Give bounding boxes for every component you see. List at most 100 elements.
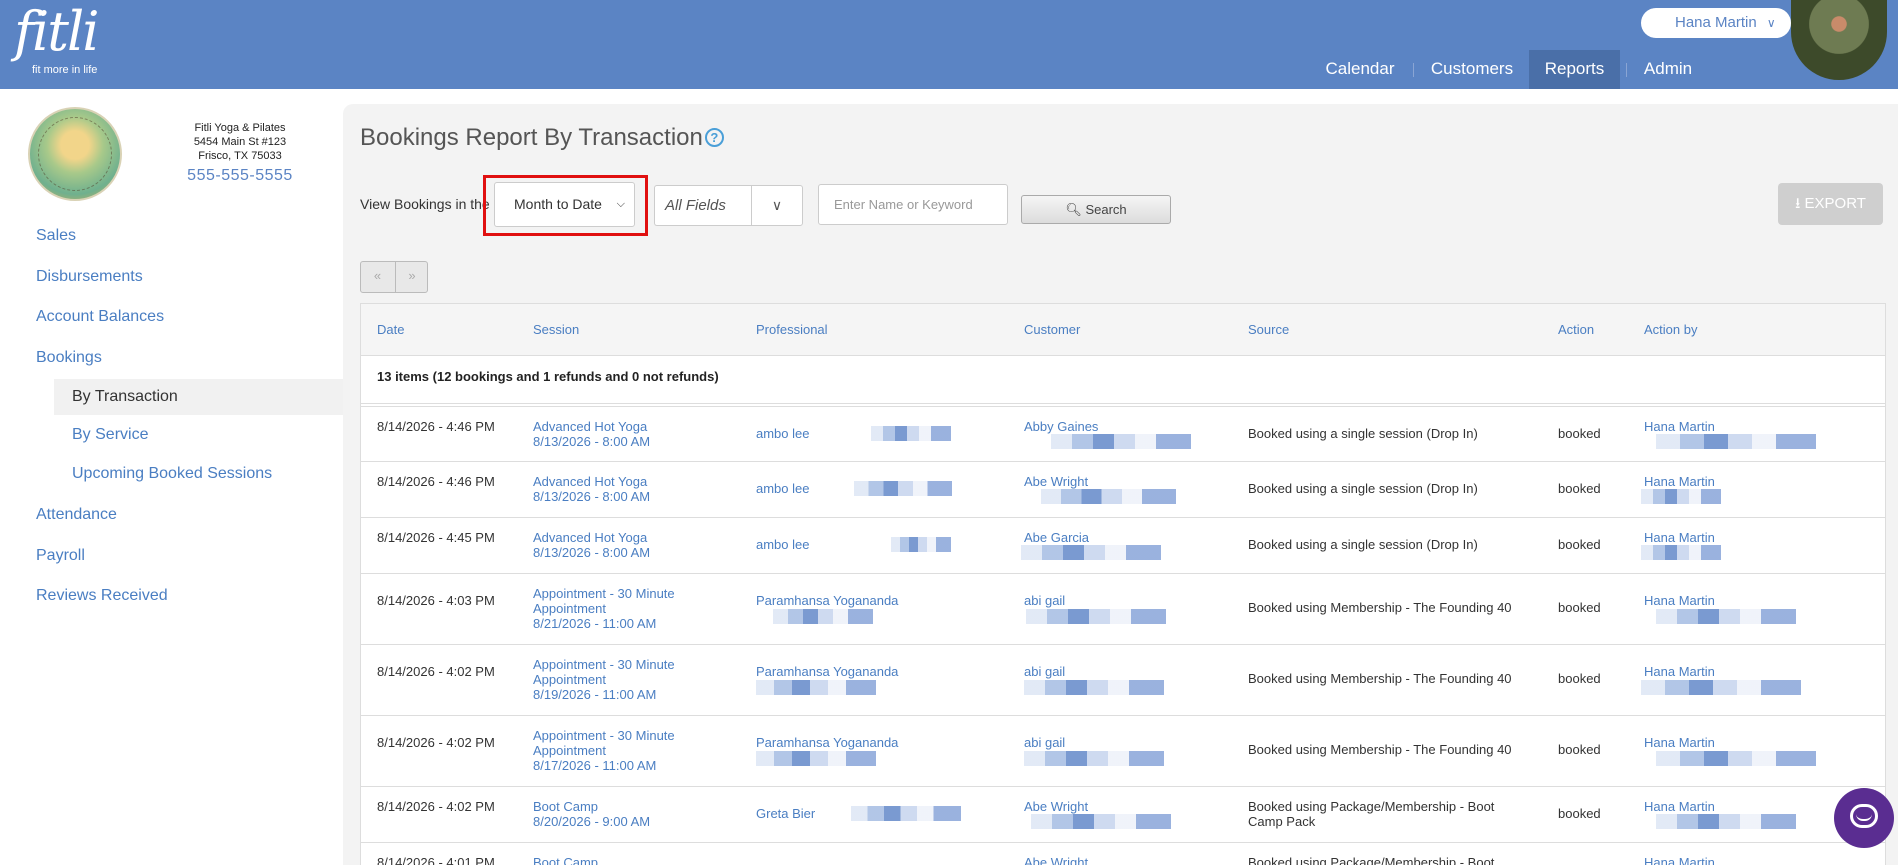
avatar[interactable]	[1791, 0, 1887, 80]
row-session[interactable]: Boot Camp 8/20/2026 - 9:00 AM	[533, 799, 733, 829]
row-source: Booked using Membership - The Founding 4…	[1248, 600, 1512, 615]
sidebar-subitem-by-transaction[interactable]: By Transaction	[54, 379, 343, 415]
session-name: Advanced Hot Yoga	[533, 474, 648, 489]
session-name: Advanced Hot Yoga	[533, 530, 648, 545]
pager-prev-button[interactable]: «	[361, 262, 394, 292]
row-date: 8/14/2026 - 4:03 PM	[377, 593, 495, 608]
sidebar-item-bookings[interactable]: Bookings	[36, 349, 102, 367]
row-professional[interactable]: ambo lee	[756, 426, 809, 441]
fields-select[interactable]: All Fields	[654, 185, 754, 226]
nav-divider	[1413, 63, 1414, 77]
redacted-block	[851, 806, 961, 821]
row-action-by[interactable]: Hana Martin	[1644, 735, 1715, 750]
pager-next-button[interactable]: »	[395, 262, 428, 292]
export-button-label: EXPORT	[1804, 195, 1866, 212]
column-header-date[interactable]: Date	[377, 322, 404, 337]
session-time: 8/17/2026 - 11:00 AM	[533, 758, 657, 773]
session-name: Appointment - 30 Minute Appointment	[533, 586, 675, 616]
row-session[interactable]: Appointment - 30 Minute Appointment 8/17/…	[533, 728, 733, 773]
session-name: Appointment - 30 Minute Appointment	[533, 657, 675, 687]
row-customer[interactable]: Abby Gaines	[1024, 419, 1098, 434]
fitli-logo[interactable]: fitli fit more in life	[14, 0, 99, 77]
row-session[interactable]: Boot Camp	[533, 855, 733, 865]
sidebar-item-sales[interactable]: Sales	[36, 227, 76, 245]
sidebar-item-disbursements[interactable]: Disbursements	[36, 268, 143, 286]
studio-logo	[28, 107, 122, 201]
sidebar-subitem-upcoming-booked-sessions[interactable]: Upcoming Booked Sessions	[54, 456, 343, 492]
row-professional[interactable]: ambo lee	[756, 481, 809, 496]
row-session[interactable]: Appointment - 30 Minute Appointment 8/19/…	[533, 657, 733, 702]
nav-reports[interactable]: Reports	[1529, 50, 1620, 89]
row-action: booked	[1558, 806, 1601, 821]
main-content: Bookings Report By Transaction? View Boo…	[343, 104, 1898, 865]
row-customer[interactable]: abi gail	[1024, 735, 1065, 750]
column-header-professional[interactable]: Professional	[756, 322, 828, 337]
chat-icon[interactable]	[1834, 788, 1894, 848]
nav-customers[interactable]: Customers	[1424, 50, 1520, 89]
redacted-block	[1656, 609, 1796, 624]
row-professional[interactable]: Paramhansa Yogananda	[756, 593, 898, 608]
row-customer[interactable]: Abe Garcia	[1024, 530, 1089, 545]
search-input[interactable]: Enter Name or Keyword	[818, 184, 1008, 225]
row-customer[interactable]: abi gail	[1024, 593, 1065, 608]
studio-address-line2: Frisco, TX 75033	[198, 150, 282, 162]
sidebar: Fitli Yoga & Pilates 5454 Main St #123 F…	[0, 89, 343, 865]
row-customer[interactable]: Abe Wright	[1024, 799, 1088, 814]
top-bar: fitli fit more in life Hana Martin ∨ Cal…	[0, 0, 1898, 89]
row-action-by[interactable]: Hana Martin	[1644, 530, 1715, 545]
row-action-by[interactable]: Hana Martin	[1644, 855, 1715, 865]
help-icon[interactable]: ?	[704, 128, 724, 147]
row-customer[interactable]: Abe Wright	[1024, 855, 1088, 865]
row-date: 8/14/2026 - 4:45 PM	[377, 530, 495, 545]
table-row: 8/14/2026 - 4:02 PM Boot Camp 8/20/2026 -…	[361, 787, 1885, 843]
sidebar-item-account-balances[interactable]: Account Balances	[36, 308, 164, 326]
row-action-by[interactable]: Hana Martin	[1644, 474, 1715, 489]
sidebar-item-attendance[interactable]: Attendance	[36, 506, 117, 524]
row-source: Booked using Membership - The Founding 4…	[1248, 671, 1512, 686]
row-session[interactable]: Advanced Hot Yoga 8/13/2026 - 8:00 AM	[533, 474, 733, 504]
column-header-action[interactable]: Action	[1558, 322, 1594, 337]
row-session[interactable]: Advanced Hot Yoga 8/13/2026 - 8:00 AM	[533, 530, 733, 560]
user-menu-button[interactable]: Hana Martin ∨	[1641, 8, 1791, 38]
summary-text: 13 items (12 bookings and 1 refunds and …	[377, 369, 719, 384]
session-time: 8/20/2026 - 9:00 AM	[533, 814, 651, 829]
nav-admin[interactable]: Admin	[1636, 50, 1700, 89]
redacted-block	[1024, 680, 1164, 695]
row-customer[interactable]: Abe Wright	[1024, 474, 1088, 489]
row-session[interactable]: Advanced Hot Yoga 8/13/2026 - 8:00 AM	[533, 419, 733, 449]
table-header: Date Session Professional Customer Sourc…	[361, 304, 1885, 356]
sidebar-item-reviews-received[interactable]: Reviews Received	[36, 587, 168, 605]
redacted-block	[854, 481, 952, 496]
logo-wordmark: fitli	[14, 0, 99, 63]
row-professional[interactable]: Paramhansa Yogananda	[756, 664, 898, 679]
nav-calendar[interactable]: Calendar	[1316, 50, 1404, 89]
row-action-by[interactable]: Hana Martin	[1644, 799, 1715, 814]
row-action-by[interactable]: Hana Martin	[1644, 419, 1715, 434]
column-header-customer[interactable]: Customer	[1024, 322, 1080, 337]
search-button[interactable]: 🔍︎ Search	[1021, 195, 1171, 224]
row-action-by[interactable]: Hana Martin	[1644, 664, 1715, 679]
sidebar-subitem-by-service[interactable]: By Service	[54, 417, 343, 453]
bookings-table: Date Session Professional Customer Sourc…	[360, 303, 1886, 865]
row-action: booked	[1558, 671, 1601, 686]
row-customer[interactable]: abi gail	[1024, 664, 1065, 679]
sidebar-item-payroll[interactable]: Payroll	[36, 547, 85, 565]
row-action-by[interactable]: Hana Martin	[1644, 593, 1715, 608]
filter-label: View Bookings in the	[360, 196, 490, 212]
column-header-action-by[interactable]: Action by	[1644, 322, 1697, 337]
column-header-source[interactable]: Source	[1248, 322, 1289, 337]
row-professional[interactable]: Paramhansa Yogananda	[756, 735, 898, 750]
row-professional[interactable]: Greta Bier	[756, 806, 815, 821]
redacted-block	[756, 751, 876, 766]
page-title-text: Bookings Report By Transaction	[360, 124, 703, 151]
period-select-value: Month to Date	[514, 196, 602, 212]
column-header-session[interactable]: Session	[533, 322, 579, 337]
row-professional[interactable]: ambo lee	[756, 537, 809, 552]
double-chevron-down-icon[interactable]: ∨	[751, 185, 803, 226]
row-session[interactable]: Appointment - 30 Minute Appointment 8/21/…	[533, 586, 733, 631]
table-row: 8/14/2026 - 4:46 PM Advanced Hot Yoga 8/1…	[361, 407, 1885, 462]
export-button[interactable]: ⭳ EXPORT	[1778, 183, 1883, 225]
period-select[interactable]: Month to Date ⌵	[494, 182, 635, 227]
table-row: 8/14/2026 - 4:46 PM Advanced Hot Yoga 8/1…	[361, 462, 1885, 518]
studio-phone[interactable]: 555-555-5555	[160, 167, 320, 185]
